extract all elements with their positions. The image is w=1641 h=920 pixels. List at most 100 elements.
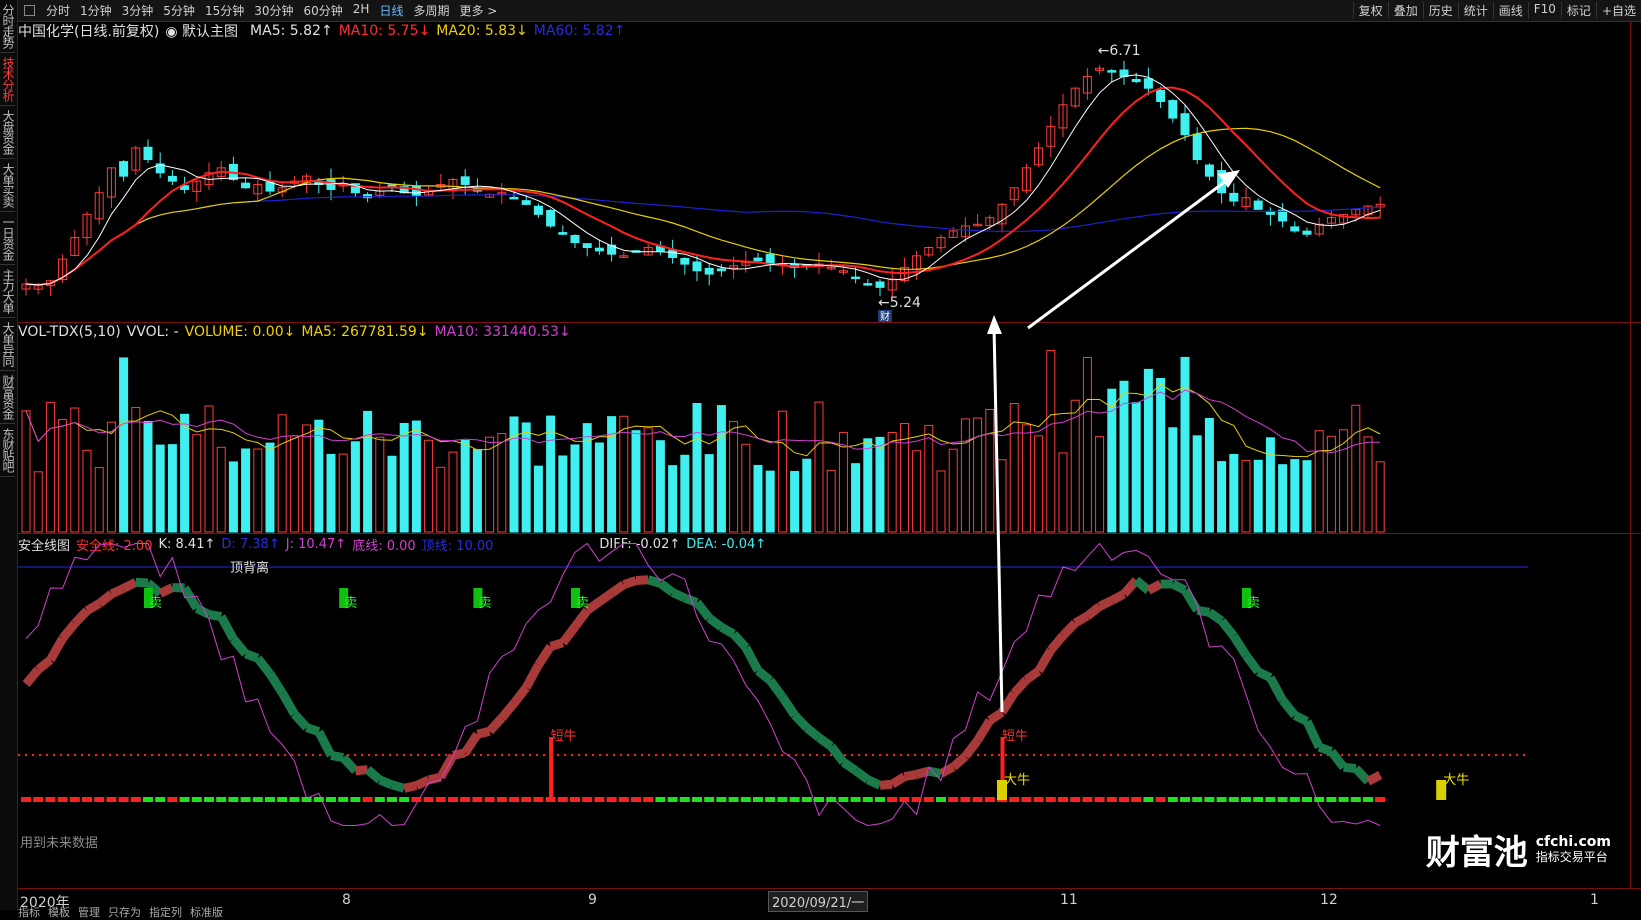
k-band-segment bbox=[636, 580, 648, 581]
sidebar-item-7[interactable]: 财富资金 bbox=[0, 371, 15, 424]
period-tab-2[interactable]: 3分钟 bbox=[117, 2, 159, 19]
strip-cell bbox=[1095, 797, 1105, 802]
sidebar-item-8[interactable]: 东财贴吧 bbox=[0, 424, 15, 477]
period-tab-5[interactable]: 30分钟 bbox=[249, 2, 298, 19]
bottom-tab-3[interactable]: 只存为 bbox=[108, 906, 141, 919]
k-band-segment bbox=[209, 615, 221, 617]
volume-bar bbox=[974, 418, 982, 532]
sell-marker-label: 卖 bbox=[344, 596, 357, 611]
strip-cell bbox=[375, 797, 385, 802]
bottom-tab-5[interactable]: 标准版 bbox=[190, 906, 223, 919]
volume-bar bbox=[59, 419, 67, 532]
toolbar-button-2[interactable]: 历史 bbox=[1423, 2, 1458, 19]
short-bull-label: 短牛 bbox=[1002, 729, 1028, 744]
bottom-tab-0[interactable]: 指标 bbox=[18, 906, 40, 919]
sidebar-item-2[interactable]: 大盘资金 bbox=[0, 106, 15, 159]
volume-bar bbox=[1010, 403, 1018, 532]
period-tab-3[interactable]: 5分钟 bbox=[158, 2, 200, 19]
volume-bar bbox=[498, 434, 506, 532]
bottom-tab-1[interactable]: 模板 bbox=[48, 906, 70, 919]
candle-body bbox=[1230, 193, 1238, 201]
strip-cell bbox=[863, 797, 873, 802]
strip-cell bbox=[1046, 797, 1056, 802]
k-band-segment bbox=[1234, 636, 1246, 655]
k-band-segment bbox=[368, 770, 380, 780]
strip-cell bbox=[1363, 797, 1373, 802]
watermark-tag: 指标交易平台 bbox=[1536, 850, 1611, 865]
k-band-segment bbox=[343, 758, 355, 771]
toolbar-button-5[interactable]: F10 bbox=[1528, 2, 1561, 19]
x-month-9: 9 bbox=[588, 892, 597, 908]
period-tab-7[interactable]: 2H bbox=[348, 2, 375, 19]
sidebar-item-5[interactable]: 主力大单 bbox=[0, 265, 15, 318]
toolbar-button-6[interactable]: 标记 bbox=[1561, 2, 1596, 19]
strip-cell bbox=[777, 797, 787, 802]
candle-body bbox=[1303, 231, 1311, 234]
candle-body bbox=[1291, 227, 1299, 231]
candles-group bbox=[22, 61, 1384, 297]
bottom-tab-4[interactable]: 指定列 bbox=[149, 906, 182, 919]
k-band-segment bbox=[1319, 747, 1331, 751]
k-band-segment bbox=[477, 731, 489, 734]
sidebar-item-3[interactable]: 大单买卖 bbox=[0, 159, 15, 212]
volume-bar bbox=[1376, 462, 1384, 532]
period-tab-0[interactable]: 分时 bbox=[41, 2, 75, 19]
volume-bar bbox=[571, 445, 579, 532]
k-band-segment bbox=[746, 648, 758, 671]
sidebar-item-0[interactable]: 分时走势 bbox=[0, 0, 15, 53]
strip-cell bbox=[228, 797, 238, 802]
toolbar-button-4[interactable]: 画线 bbox=[1493, 2, 1528, 19]
strip-cell bbox=[1339, 797, 1349, 802]
k-band-segment bbox=[782, 697, 794, 715]
toolbar-button-7[interactable]: +自选 bbox=[1596, 2, 1641, 19]
toolbar-button-3[interactable]: 统计 bbox=[1458, 2, 1493, 19]
toolbar-button-0[interactable]: 复权 bbox=[1353, 2, 1388, 19]
k-band-segment bbox=[953, 756, 965, 767]
annotation-arrow-diag bbox=[1028, 178, 1230, 328]
sidebar-item-1[interactable]: 技术分析 bbox=[0, 53, 15, 106]
strip-cell bbox=[582, 797, 592, 802]
strip-cell bbox=[448, 797, 458, 802]
candle-body bbox=[120, 162, 128, 177]
k-band-segment bbox=[1295, 715, 1307, 721]
strip-cell bbox=[924, 797, 934, 802]
volume-bar bbox=[95, 468, 103, 532]
k-band-segment bbox=[1209, 612, 1221, 621]
k-band-segment bbox=[709, 618, 721, 627]
chart-canvas[interactable]: ←6.71←5.24财卖卖卖卖卖短牛短牛大牛大牛顶背离 bbox=[18, 22, 1621, 888]
strip-cell bbox=[302, 797, 312, 802]
volume-bar bbox=[559, 456, 567, 532]
sidebar-item-4[interactable]: 一日资金 bbox=[0, 212, 15, 265]
strip-cell bbox=[1351, 797, 1361, 802]
period-tab-6[interactable]: 60分钟 bbox=[299, 2, 348, 19]
strip-cell bbox=[655, 797, 665, 802]
strip-cell bbox=[253, 797, 263, 802]
candle-body bbox=[412, 186, 420, 196]
candle-body bbox=[144, 147, 152, 159]
period-tab-9[interactable]: 多周期 bbox=[408, 2, 454, 19]
k-band-segment bbox=[465, 734, 477, 753]
k-band-segment bbox=[721, 627, 733, 634]
period-tab-10[interactable]: 更多 > bbox=[454, 2, 502, 19]
bottom-tab-2[interactable]: 管理 bbox=[78, 906, 100, 919]
k-band-segment bbox=[1026, 671, 1038, 680]
k-band-segment bbox=[331, 755, 343, 757]
strip-cell bbox=[265, 797, 275, 802]
strip-cell bbox=[1326, 797, 1336, 802]
toolbar-button-1[interactable]: 叠加 bbox=[1388, 2, 1423, 19]
toggle-square-icon[interactable] bbox=[24, 5, 35, 16]
k-band-segment bbox=[1136, 580, 1148, 590]
strip-cell bbox=[1119, 797, 1129, 802]
k-band-segment bbox=[1002, 693, 1014, 712]
strip-cell bbox=[277, 797, 287, 802]
strip-cell bbox=[594, 797, 604, 802]
strip-cell bbox=[741, 797, 751, 802]
period-tab-1[interactable]: 1分钟 bbox=[75, 2, 117, 19]
period-tab-4[interactable]: 15分钟 bbox=[200, 2, 249, 19]
k-band-segment bbox=[514, 688, 526, 704]
sidebar-item-6[interactable]: 大单异同 bbox=[0, 318, 15, 371]
period-tab-8[interactable]: 日线 bbox=[374, 2, 408, 19]
strip-cell bbox=[192, 797, 202, 802]
annotation-arrow-up-head bbox=[987, 315, 1002, 334]
strip-cell bbox=[887, 797, 897, 802]
